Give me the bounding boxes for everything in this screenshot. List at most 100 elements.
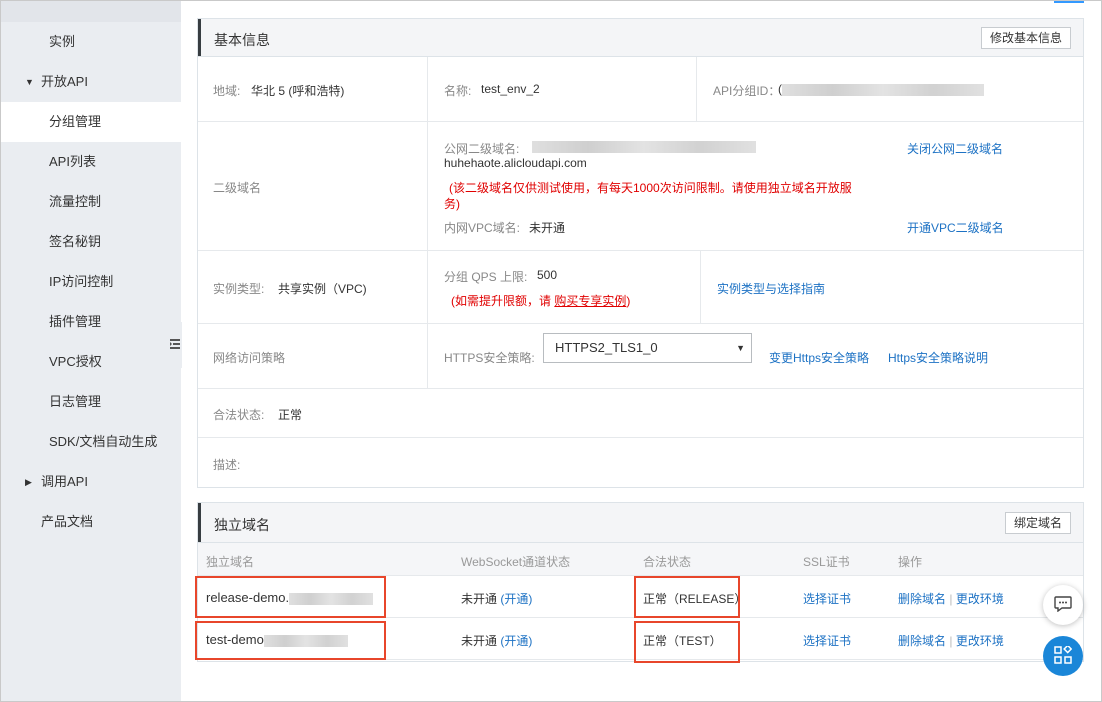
sidebar-group-call-api[interactable]: ▶ 调用API: [1, 462, 181, 502]
sidebar-top-strip: [1, 1, 181, 22]
highlight-box-release-domain: [195, 576, 386, 618]
sidebar-item-api-list[interactable]: API列表: [1, 142, 181, 182]
change-env-link[interactable]: 更改环境: [956, 592, 1004, 606]
bind-domain-button[interactable]: 绑定域名: [1004, 512, 1071, 534]
sidebar-item-label: VPC授权: [49, 354, 102, 369]
close-public-subdomain-link[interactable]: 关闭公网二级域名: [907, 140, 1003, 157]
info-row-description: 描述:: [198, 438, 1083, 487]
dropdown-arrow-icon: ▼: [736, 343, 745, 353]
change-env-link[interactable]: 更改环境: [956, 634, 1004, 648]
col-websocket-status: WebSocket通道状态: [461, 555, 571, 569]
chat-button[interactable]: [1043, 585, 1083, 625]
https-policy-doc-link[interactable]: Https安全策略说明: [888, 349, 988, 366]
redacted-group-id: [782, 83, 984, 96]
public-subdomain-value: huhehaote.alicloudapi.com: [444, 156, 587, 170]
sidebar-item-label: 调用API: [41, 474, 88, 489]
basic-info-panel: 基本信息 修改基本信息 地域: 华北 5 (呼和浩特) 名称: test_env…: [197, 18, 1084, 488]
edit-basic-info-button[interactable]: 修改基本信息: [980, 27, 1071, 49]
description-label: 描述:: [213, 458, 241, 472]
network-policy-label: 网络访问策略: [213, 351, 286, 365]
panel-accent: [198, 503, 201, 542]
instance-type-guide-link[interactable]: 实例类型与选择指南: [717, 280, 825, 297]
select-cert-link[interactable]: 选择证书: [803, 590, 851, 607]
group-id-value: (: [778, 82, 984, 96]
row-actions: 删除域名 | 更改环境: [898, 592, 1004, 606]
legal-status-label: 合法状态:: [213, 408, 265, 422]
https-policy-selected-value: HTTPS2_TLS1_0: [555, 340, 658, 355]
highlight-box-test-domain: [195, 621, 386, 660]
enable-websocket-link[interactable]: (开通): [500, 634, 532, 648]
sidebar-item-vpc-authorization[interactable]: VPC授权: [1, 342, 181, 382]
vpc-subdomain-label: 内网VPC域名:: [444, 221, 521, 235]
open-vpc-subdomain-link[interactable]: 开通VPC二级域名: [907, 219, 1004, 236]
sidebar-group-open-api[interactable]: ▼ 开放API: [1, 62, 181, 102]
qps-value: 500: [537, 268, 558, 282]
info-row-subdomain: 二级域名 公网二级域名: huhehaote.alicloudapi.com (…: [198, 122, 1083, 251]
sidebar-item-label: 开放API: [41, 74, 88, 89]
https-policy-label: HTTPS安全策略:: [444, 351, 535, 365]
enable-websocket-link[interactable]: (开通): [500, 592, 532, 606]
top-accent-bar: [1054, 1, 1084, 3]
highlight-box-release-status: [634, 576, 740, 618]
name-label: 名称:: [444, 84, 472, 98]
subdomain-note-line1: (该二级域名仅供测试使用，有每天1000次访问限制。请使用独立域名开放服: [449, 181, 852, 195]
redacted-subdomain-prefix: [532, 141, 756, 153]
public-subdomain-label: 公网二级域名:: [444, 142, 520, 156]
websocket-status: 未开通 (开通): [461, 634, 533, 648]
sidebar-item-label: SDK/文档自动生成: [49, 434, 158, 449]
name-value: test_env_2: [481, 82, 540, 96]
basic-info-title: 基本信息: [214, 32, 270, 48]
change-https-policy-link[interactable]: 变更Https安全策略: [769, 349, 869, 366]
legal-status-value: 正常: [278, 408, 303, 422]
sidebar-item-label: IP访问控制: [49, 274, 114, 289]
sidebar-item-label: 分组管理: [49, 114, 102, 129]
col-actions: 操作: [898, 555, 923, 569]
caret-right-icon: ▶: [25, 477, 32, 487]
sidebar-item-ip-access-control[interactable]: IP访问控制: [1, 262, 181, 302]
sidebar-item-traffic-control[interactable]: 流量控制: [1, 182, 181, 222]
subdomain-label: 二级域名: [213, 181, 262, 195]
custom-domains-title: 独立域名: [214, 517, 270, 533]
https-policy-select[interactable]: HTTPS2_TLS1_0 ▼: [543, 333, 752, 363]
sidebar-item-log-management[interactable]: 日志管理: [1, 382, 181, 422]
info-row-region: 地域: 华北 5 (呼和浩特) 名称: test_env_2 API分组ID： …: [198, 57, 1083, 122]
sidebar-item-instances[interactable]: 实例: [1, 22, 181, 62]
custom-domains-header: 独立域名 绑定域名: [198, 503, 1083, 543]
main-content: 基本信息 修改基本信息 地域: 华北 5 (呼和浩特) 名称: test_env…: [182, 1, 1100, 701]
websocket-status: 未开通 (开通): [461, 592, 533, 606]
delete-domain-link[interactable]: 删除域名: [898, 592, 946, 606]
sidebar-item-sdk-docs[interactable]: SDK/文档自动生成: [1, 422, 181, 462]
region-value: 华北 5 (呼和浩特): [251, 84, 345, 98]
row-actions: 删除域名 | 更改环境: [898, 634, 1004, 648]
apps-button[interactable]: [1043, 636, 1083, 676]
sidebar-item-plugin-management[interactable]: 插件管理: [1, 302, 181, 342]
chat-icon: [1054, 595, 1072, 615]
sidebar-item-label: 插件管理: [49, 314, 102, 329]
sidebar-item-product-docs[interactable]: 产品文档: [1, 502, 181, 542]
apps-icon: [1054, 643, 1073, 667]
delete-domain-link[interactable]: 删除域名: [898, 634, 946, 648]
panel-accent: [198, 19, 201, 56]
qps-label: 分组 QPS 上限:: [444, 270, 528, 284]
sidebar-item-label: API列表: [49, 154, 96, 169]
qps-note: (如需提升限额，请 购买专享实例): [451, 294, 631, 308]
instance-type-value: 共享实例（VPC): [278, 282, 367, 296]
vpc-subdomain-value: 未开通: [529, 221, 566, 235]
menu-collapse-icon: [170, 338, 180, 353]
col-legal-status: 合法状态: [643, 555, 692, 569]
sidebar-item-group-management[interactable]: 分组管理: [1, 102, 181, 142]
info-row-network: 网络访问策略 HTTPS安全策略: HTTPS2_TLS1_0 ▼ 变更Http…: [198, 324, 1083, 389]
highlight-box-test-status: [634, 621, 740, 663]
info-row-instance: 实例类型: 共享实例（VPC) 分组 QPS 上限: 500 (如需提升限额，请…: [198, 251, 1083, 324]
buy-dedicated-instance-link[interactable]: 购买专享实例: [554, 294, 626, 308]
sidebar-item-signature-keys[interactable]: 签名秘钥: [1, 222, 181, 262]
region-label: 地域:: [213, 84, 241, 98]
sidebar-item-label: 流量控制: [49, 194, 102, 209]
select-cert-link[interactable]: 选择证书: [803, 632, 851, 649]
basic-info-header: 基本信息 修改基本信息: [198, 19, 1083, 57]
sidebar-collapse-handle[interactable]: [168, 322, 182, 368]
group-id-label: API分组ID：: [713, 84, 781, 98]
sidebar-item-label: 产品文档: [41, 514, 94, 529]
subdomain-note-line2: 务): [444, 197, 460, 211]
domains-table-header: 独立域名 WebSocket通道状态 合法状态 SSL证书 操作: [198, 543, 1083, 576]
